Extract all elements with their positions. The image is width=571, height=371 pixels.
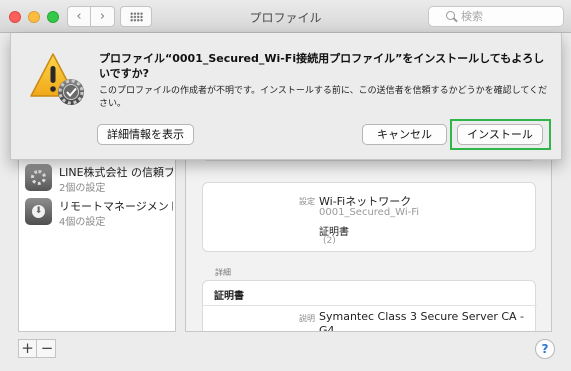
profile-detail-pane: 設定 Wi-Fiネットワーク 0001_Secured_Wi-Fi 証明書 (2… bbox=[185, 150, 552, 332]
search-placeholder: 検索 bbox=[461, 10, 483, 23]
install-button[interactable]: インストール bbox=[457, 124, 543, 145]
add-remove-control: + − bbox=[18, 339, 56, 358]
settings-profile-icon bbox=[25, 164, 52, 191]
remove-profile-button[interactable]: − bbox=[38, 340, 56, 357]
cancel-button[interactable]: キャンセル bbox=[362, 124, 447, 145]
description-value-line1: Symantec Class 3 Secure Server CA - bbox=[319, 310, 525, 323]
search-icon bbox=[446, 11, 455, 20]
dialog-title: プロファイル“0001_Secured_Wi-Fi接続用プロファイル”をインスト… bbox=[99, 52, 545, 80]
divider bbox=[203, 305, 537, 306]
settings-key: 設定 bbox=[299, 197, 315, 206]
remote-management-icon: ⬇ bbox=[25, 198, 52, 225]
description-value-line2: G4 bbox=[319, 324, 335, 332]
profile-item-count: 4個の設定 bbox=[59, 217, 106, 228]
title-bar: ‹ › プロファイル 検索 bbox=[0, 0, 571, 33]
dialog-message: このプロファイルの作成者が不明です。インストールする前に、この送信者を信頼するか… bbox=[99, 86, 548, 109]
section-label-details: 詳細 bbox=[215, 268, 231, 277]
search-field[interactable]: 検索 bbox=[428, 6, 564, 27]
certificate-count: (2) bbox=[323, 236, 336, 246]
warning-gear-icon bbox=[30, 53, 84, 105]
profile-item-count: 2個の設定 bbox=[59, 183, 106, 194]
install-confirmation-sheet: プロファイル“0001_Secured_Wi-Fi接続用プロファイル”をインスト… bbox=[10, 33, 562, 160]
certificate-heading: 証明書 bbox=[214, 291, 244, 302]
profile-list: LINE株式会社 の信頼プ... 2個の設定 ⬇ リモートマネージメント 4個の… bbox=[18, 150, 176, 332]
help-button[interactable]: ? bbox=[535, 339, 555, 359]
profile-item-remote-management[interactable]: ⬇ リモートマネージメント 4個の設定 bbox=[19, 197, 175, 228]
certificate-card: 証明書 説明 Symantec Class 3 Secure Server CA… bbox=[202, 280, 537, 332]
profile-item-label: LINE株式会社 の信頼プ... bbox=[59, 166, 173, 179]
description-key: 説明 bbox=[299, 314, 315, 323]
show-details-button[interactable]: 詳細情報を表示 bbox=[97, 124, 194, 145]
profile-item-line[interactable]: LINE株式会社 の信頼プ... 2個の設定 bbox=[19, 163, 175, 194]
add-profile-button[interactable]: + bbox=[19, 340, 37, 357]
settings-card: 設定 Wi-Fiネットワーク 0001_Secured_Wi-Fi 証明書 (2… bbox=[202, 182, 536, 252]
network-name: 0001_Secured_Wi-Fi bbox=[319, 207, 420, 218]
profile-item-label: リモートマネージメント bbox=[59, 200, 173, 213]
